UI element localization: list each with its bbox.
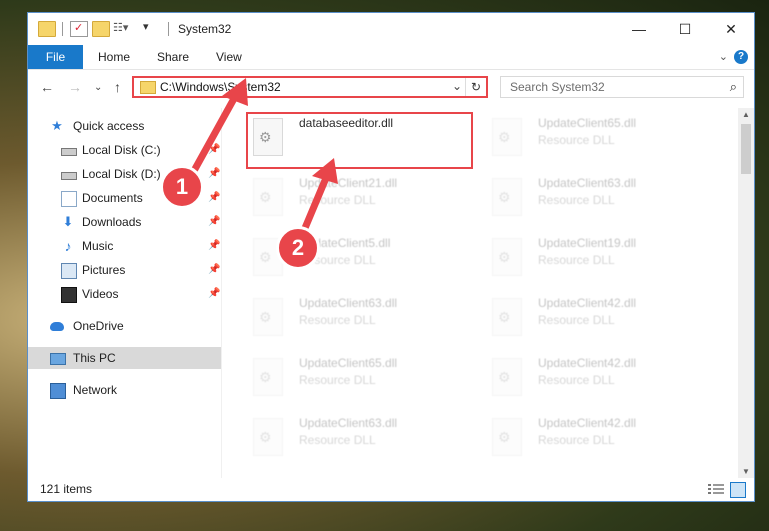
step-2-badge: 2 xyxy=(276,226,320,270)
arrow-1-line xyxy=(186,91,240,182)
step-1-badge: 1 xyxy=(160,165,204,209)
annotation-arrows xyxy=(186,78,338,244)
